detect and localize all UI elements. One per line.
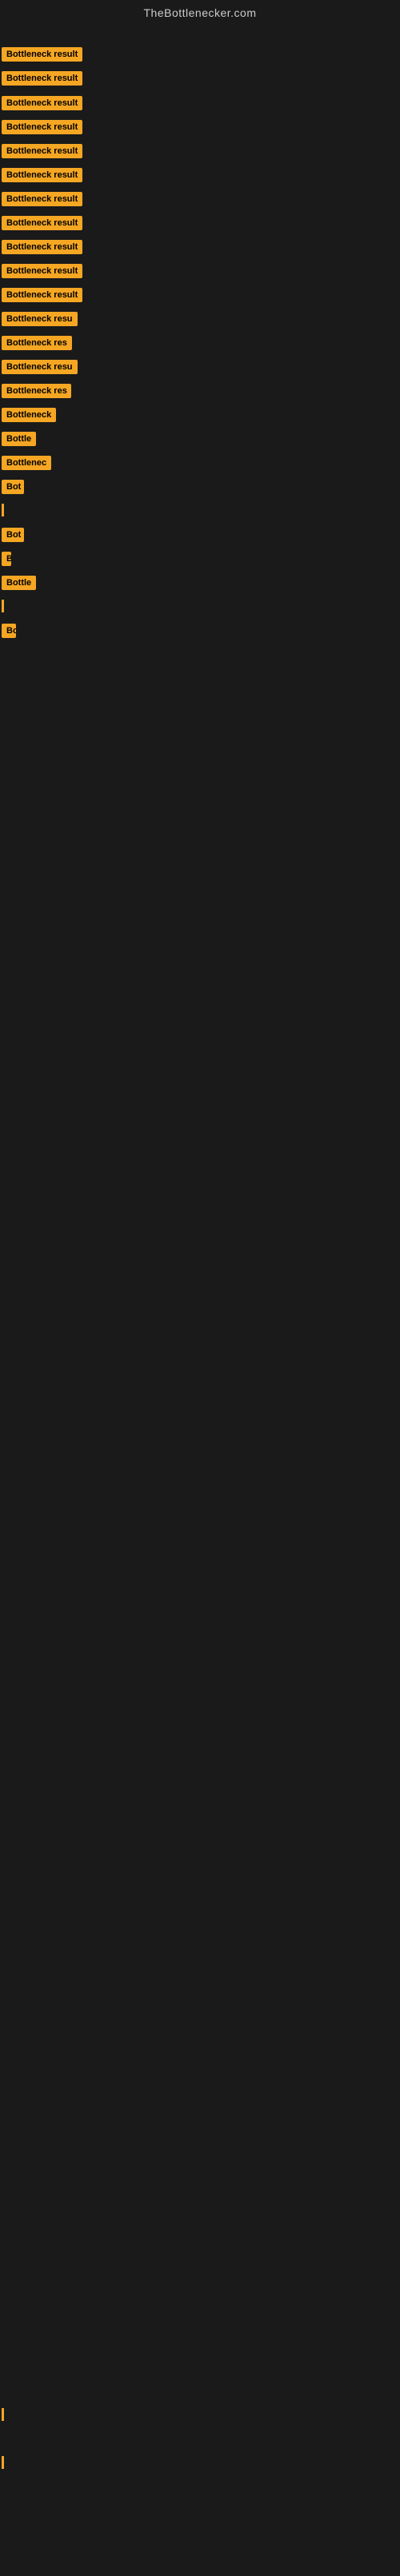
- bottleneck-badge: Bottleneck result: [2, 96, 82, 110]
- bottleneck-badge-row: Bottleneck res: [2, 384, 71, 402]
- bottleneck-badge: Bottleneck result: [2, 192, 82, 206]
- bottleneck-badge-row: Bottleneck result: [2, 144, 82, 162]
- bottleneck-badge-row: Bottleneck resu: [2, 360, 78, 378]
- bottleneck-badge: Bottleneck result: [2, 264, 82, 278]
- site-title-container: TheBottlenecker.com: [0, 0, 400, 26]
- bottleneck-badge: Bottleneck result: [2, 240, 82, 254]
- bottleneck-badge-row: Bottle: [2, 576, 36, 594]
- bottleneck-badge: Bottle: [2, 432, 36, 446]
- bottleneck-badge-row: Bottleneck result: [2, 240, 82, 258]
- bottleneck-badge: Bot: [2, 528, 24, 542]
- bottleneck-badge-row: Bot: [2, 528, 24, 546]
- bottleneck-badge: B: [2, 552, 11, 566]
- bottleneck-badge-row: Bottleneck result: [2, 47, 82, 66]
- bottleneck-badge: Bo: [2, 624, 16, 638]
- bottleneck-badge-row: Bot: [2, 480, 24, 498]
- bottleneck-badge-row: Bottleneck result: [2, 71, 82, 90]
- bottleneck-badge: Bot: [2, 480, 24, 494]
- bottleneck-badge: Bottleneck res: [2, 336, 72, 350]
- bottleneck-badge-row: Bottleneck result: [2, 216, 82, 234]
- bottleneck-badge: Bottle: [2, 576, 36, 590]
- tiny-bar: [2, 2408, 4, 2421]
- tiny-bar: [2, 600, 4, 612]
- bottleneck-badge-row: Bottleneck result: [2, 96, 82, 114]
- bottleneck-badge-row: Bottleneck result: [2, 120, 82, 138]
- bottleneck-badge: Bottleneck result: [2, 47, 82, 62]
- bottleneck-badge: Bottleneck result: [2, 144, 82, 158]
- bottleneck-badge: Bottlenec: [2, 456, 51, 470]
- tiny-bar: [2, 2456, 4, 2469]
- bottleneck-badge-row: Bottleneck result: [2, 168, 82, 186]
- bottleneck-badge-row: Bottleneck resu: [2, 312, 78, 330]
- bottleneck-badge: Bottleneck result: [2, 168, 82, 182]
- bottleneck-badge: Bottleneck result: [2, 216, 82, 230]
- bottleneck-badge: Bottleneck res: [2, 384, 71, 398]
- bottleneck-badge: Bottleneck resu: [2, 360, 78, 374]
- bottleneck-badge-row: Bottleneck result: [2, 264, 82, 282]
- bottleneck-badge: Bottleneck result: [2, 71, 82, 86]
- bottleneck-badge: Bottleneck: [2, 408, 56, 422]
- bottleneck-badge-row: Bottleneck result: [2, 192, 82, 210]
- bottleneck-badge: Bottleneck result: [2, 288, 82, 302]
- bottleneck-badge-row: Bottle: [2, 432, 36, 450]
- bottleneck-badge-row: B: [2, 552, 11, 570]
- badges-container: Bottleneck result Bottleneck result Bottle…: [0, 26, 400, 2576]
- bottleneck-badge-row: Bo: [2, 624, 16, 642]
- bottleneck-badge-row: Bottleneck: [2, 408, 56, 426]
- bottleneck-badge-row: Bottlenec: [2, 456, 51, 474]
- bottleneck-badge: Bottleneck result: [2, 120, 82, 134]
- bottleneck-badge: Bottleneck resu: [2, 312, 78, 326]
- bottleneck-badge-row: Bottleneck res: [2, 336, 72, 354]
- site-title: TheBottlenecker.com: [0, 0, 400, 26]
- bottleneck-badge-row: Bottleneck result: [2, 288, 82, 306]
- tiny-bar: [2, 504, 4, 516]
